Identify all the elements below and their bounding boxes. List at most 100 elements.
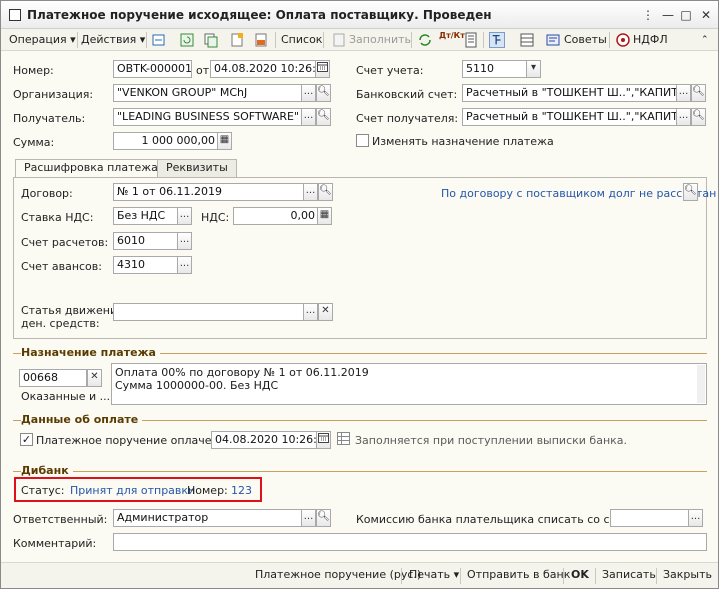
copy-icon[interactable] [203, 32, 219, 48]
print-form-button[interactable]: Платежное поручение (рус.) [255, 568, 421, 581]
date-field[interactable]: 04.08.2020 10:26:53 [210, 60, 317, 78]
fill-button[interactable]: Заполнить [349, 31, 411, 49]
bottom-separator [656, 568, 657, 584]
journal-icon[interactable] [463, 32, 479, 48]
toolbar-more-icon[interactable]: ⌃ [701, 31, 709, 49]
new-doc-icon[interactable] [229, 32, 245, 48]
recipient-account-open-button[interactable]: 🔍︎ [691, 108, 706, 126]
settlement-account-field[interactable]: 6010 [113, 232, 179, 250]
settlement-account-label: Счет расчетов: [21, 236, 109, 249]
cashflow-field[interactable] [113, 303, 305, 321]
responsible-select-button[interactable]: ... [301, 509, 316, 527]
list-button[interactable]: Список [281, 31, 322, 49]
title-bar: Платежное поручение исходящее: Оплата по… [1, 1, 718, 29]
bank-account-open-button[interactable]: 🔍︎ [691, 84, 706, 102]
vat-rate-select-button[interactable]: ... [177, 207, 192, 225]
vat-field[interactable]: 0,00 [233, 207, 319, 225]
purpose-code-clear-button[interactable]: ✕ [87, 369, 102, 387]
recalc-icon[interactable] [417, 32, 433, 48]
structure-icon[interactable] [489, 32, 505, 48]
bank-account-label: Банковский счет: [356, 88, 458, 101]
post-icon[interactable] [151, 32, 167, 48]
contract-select-button[interactable]: ... [303, 183, 318, 201]
ndfl-button[interactable]: НДФЛ [633, 31, 668, 49]
payment-group-title: Данные об оплате [21, 413, 143, 426]
bank-account-field[interactable]: Расчетный в "ТОШКЕНТ Ш..","КАПИТАЛБ.. [462, 84, 678, 102]
number-field[interactable]: OBTK-000001 [113, 60, 192, 78]
based-on-icon[interactable] [253, 32, 269, 48]
comment-field[interactable] [113, 533, 707, 551]
paid-calendar-button[interactable] [316, 431, 331, 449]
bottom-button-bar: Платежное поручение (рус.) Печать ▾ Отпр… [1, 562, 718, 588]
toolbar-separator [323, 32, 324, 48]
vat-rate-field[interactable]: Без НДС [113, 207, 179, 225]
calculator-button[interactable]: ▦ [217, 132, 232, 150]
search-icon: 🔍︎ [692, 86, 705, 97]
commission-label: Комиссию банка плательщика списать со сч… [356, 513, 640, 526]
number-label: Номер: [13, 64, 54, 77]
settlement-account-select-button[interactable]: ... [177, 232, 192, 250]
contract-field[interactable]: № 1 от 06.11.2019 [113, 183, 305, 201]
maximize-button[interactable]: □ [679, 8, 693, 22]
purpose-code-field[interactable]: 00668 [19, 369, 87, 387]
advance-account-select-button[interactable]: ... [177, 256, 192, 274]
responsible-field[interactable]: Администратор [113, 509, 303, 527]
commission-field[interactable] [610, 509, 690, 527]
tab-breakdown[interactable]: Расшифровка платежа [15, 159, 167, 178]
recipient-account-field[interactable]: Расчетный в "ТОШКЕНТ Ш..","КАПИТАЛБ.. [462, 108, 678, 126]
save-button[interactable]: Записать [602, 568, 656, 581]
purpose-text-line2: Сумма 1000000-00. Без НДС [115, 379, 279, 392]
purpose-scrollbar[interactable] [697, 365, 705, 403]
ok-button[interactable]: OK [571, 568, 589, 581]
operation-menu[interactable]: Операция ▾ [9, 31, 76, 49]
toolbar-separator [609, 32, 610, 48]
actions-menu[interactable]: Действия ▾ [81, 31, 145, 49]
bottom-separator [460, 568, 461, 584]
fill-icon [333, 33, 345, 47]
tips-button[interactable]: Советы [564, 31, 607, 49]
commission-select-button[interactable]: ... [688, 509, 703, 527]
contract-label: Договор: [21, 187, 73, 200]
print-menu[interactable]: Печать ▾ [409, 568, 459, 581]
close-form-button[interactable]: Закрыть [663, 568, 712, 581]
recipient-select-button[interactable]: ... [301, 108, 316, 126]
sum-label: Сумма: [13, 136, 55, 149]
paid-date-field[interactable]: 04.08.2020 10:26:53 [211, 431, 318, 449]
minimize-button[interactable]: — [661, 8, 675, 22]
calendar-icon [318, 433, 329, 443]
advance-account-label: Счет авансов: [21, 260, 102, 273]
organization-select-button[interactable]: ... [301, 84, 316, 102]
recipient-account-select-button[interactable]: ... [676, 108, 691, 126]
recipient-field[interactable]: "LEADING BUSINESS SOFTWARE" M [113, 108, 303, 126]
paid-checkbox[interactable]: ✓ [20, 433, 33, 446]
menu-icon[interactable]: ⋮ [641, 8, 655, 22]
contract-debt-link[interactable]: По договору с поставщиком долг не рассчи… [441, 187, 716, 200]
advance-account-field[interactable]: 4310 [113, 256, 179, 274]
cashflow-select-button[interactable]: ... [303, 303, 318, 321]
close-button[interactable]: ✕ [699, 8, 713, 22]
send-to-bank-button[interactable]: Отправить в банк [467, 568, 570, 581]
ndfl-icon[interactable] [615, 32, 631, 48]
calendar-button[interactable] [315, 60, 330, 78]
organization-open-button[interactable]: 🔍︎ [316, 84, 331, 102]
contract-open-button[interactable]: 🔍︎ [318, 183, 333, 201]
account-dropdown-button[interactable]: ▾ [526, 60, 541, 78]
tips-icon[interactable] [545, 32, 561, 48]
tab-requisites[interactable]: Реквизиты [157, 159, 237, 177]
purpose-textarea[interactable]: Оплата 00% по договору № 1 от 06.11.2019… [111, 363, 707, 405]
paid-label: Платежное поручение оплачено: [36, 434, 230, 447]
organization-field[interactable]: "VENKON GROUP" MChJ [113, 84, 303, 102]
account-field[interactable]: 5110 [462, 60, 528, 78]
sum-field[interactable]: 1 000 000,00 [113, 132, 219, 150]
recipient-open-button[interactable]: 🔍︎ [316, 108, 331, 126]
change-purpose-checkbox[interactable] [356, 134, 369, 147]
cashflow-clear-button[interactable]: ✕ [318, 303, 333, 321]
dtkt-button[interactable]: Дт/Кт [439, 31, 465, 49]
contract-debt-search-button[interactable]: 🔍︎ [683, 183, 698, 201]
table-icon[interactable] [519, 32, 535, 48]
refresh-doc-icon[interactable] [179, 32, 195, 48]
bank-account-select-button[interactable]: ... [676, 84, 691, 102]
vat-calculator-button[interactable]: ▦ [317, 207, 332, 225]
responsible-open-button[interactable]: 🔍︎ [316, 509, 331, 527]
calculator-icon: ▦ [219, 134, 230, 145]
